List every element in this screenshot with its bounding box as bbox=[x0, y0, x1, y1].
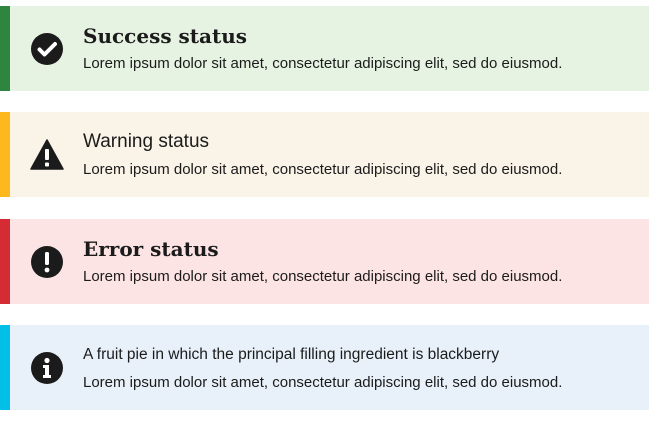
success-accent-bar bbox=[0, 6, 10, 91]
alert-text: Lorem ipsum dolor sit amet, consectetur … bbox=[83, 374, 563, 391]
warning-accent-bar bbox=[0, 112, 10, 197]
alert-heading: A fruit pie in which the principal filli… bbox=[83, 346, 500, 363]
alert-text: Lorem ipsum dolor sit amet, consectetur … bbox=[83, 161, 563, 178]
alert-heading: Warning status bbox=[83, 131, 210, 152]
check-circle-icon bbox=[30, 32, 64, 66]
warning-alert: Warning status Lorem ipsum dolor sit ame… bbox=[0, 112, 649, 197]
info-circle-icon bbox=[30, 351, 64, 385]
error-accent-bar bbox=[0, 219, 10, 304]
alert-heading: Success status bbox=[83, 24, 248, 48]
exclamation-circle-icon bbox=[30, 245, 64, 279]
success-alert: Success status Lorem ipsum dolor sit ame… bbox=[0, 6, 649, 91]
info-alert: A fruit pie in which the principal filli… bbox=[0, 325, 649, 410]
warning-triangle-icon bbox=[30, 138, 64, 172]
alert-heading: Error status bbox=[83, 237, 219, 261]
alert-text: Lorem ipsum dolor sit amet, consectetur … bbox=[83, 268, 563, 285]
alert-text: Lorem ipsum dolor sit amet, consectetur … bbox=[83, 55, 563, 72]
error-alert: Error status Lorem ipsum dolor sit amet,… bbox=[0, 219, 649, 304]
info-accent-bar bbox=[0, 325, 10, 410]
